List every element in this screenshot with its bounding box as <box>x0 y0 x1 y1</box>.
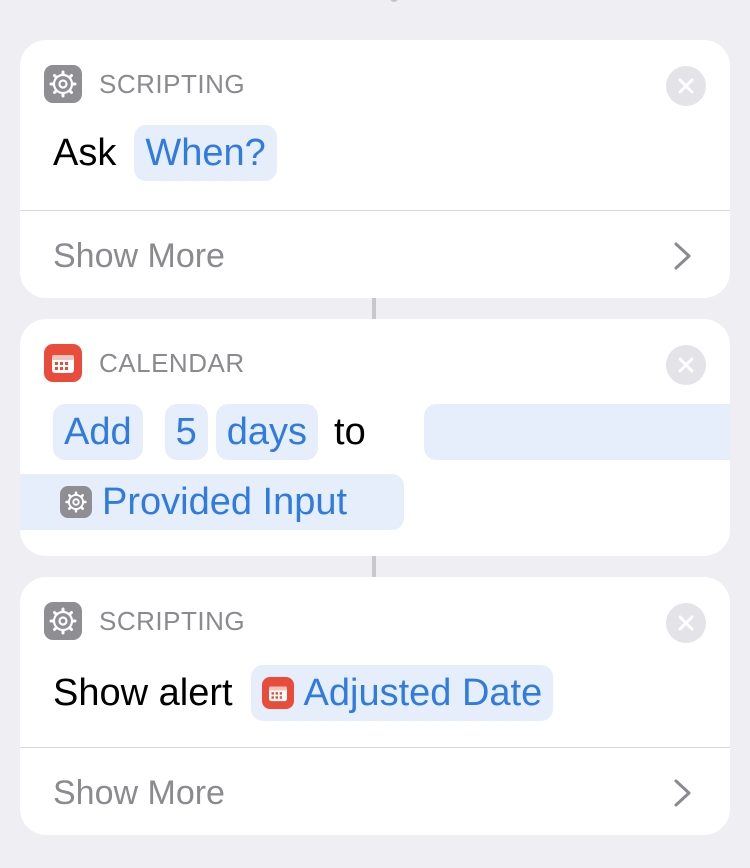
category-label: SCRIPTING <box>99 606 246 636</box>
shortcut-editor: SCRIPTING Ask When? Show More CALENDAR A… <box>0 0 750 868</box>
divider <box>20 210 730 211</box>
show-alert-action-card[interactable]: SCRIPTING Show alert Adjusted Date Show … <box>20 577 730 835</box>
input-token-continuation[interactable] <box>424 404 730 460</box>
calendar-icon <box>261 677 294 709</box>
adjusted-date-label: Adjusted Date <box>303 672 543 714</box>
action-verb: Show alert <box>53 672 233 714</box>
close-icon <box>678 78 694 94</box>
calendar-icon <box>44 344 82 382</box>
gear-icon <box>44 65 82 103</box>
chevron-right-icon <box>674 779 691 807</box>
prompt-token[interactable]: When? <box>134 125 277 181</box>
show-more-button[interactable]: Show More <box>53 236 225 276</box>
show-more-button[interactable]: Show More <box>53 773 225 813</box>
remove-action-button[interactable] <box>666 603 706 643</box>
amount-token[interactable]: 5 <box>164 404 208 460</box>
operation-token[interactable]: Add <box>53 404 143 460</box>
chevron-right-icon <box>674 242 691 270</box>
close-icon <box>678 615 694 631</box>
provided-input-label: Provided Input <box>102 481 348 523</box>
adjust-date-action-card[interactable]: CALENDAR Add 5 days to Provided Input <box>20 319 730 556</box>
top-connector <box>390 0 398 2</box>
action-verb: Ask <box>53 132 117 174</box>
close-icon <box>678 357 694 373</box>
category-label: SCRIPTING <box>99 69 246 99</box>
remove-action-button[interactable] <box>666 345 706 385</box>
provided-input-token[interactable]: Provided Input <box>60 476 347 528</box>
action-parameters: Show alert Adjusted Date <box>53 665 554 721</box>
action-connector <box>372 556 376 577</box>
remove-action-button[interactable] <box>666 66 706 106</box>
action-connector <box>372 298 376 319</box>
card-header: SCRIPTING <box>44 602 245 640</box>
unit-token[interactable]: days <box>215 404 319 460</box>
card-header: CALENDAR <box>44 344 245 382</box>
connector-word: to <box>334 411 366 453</box>
adjusted-date-token[interactable]: Adjusted Date <box>250 665 554 721</box>
gear-icon <box>44 602 82 640</box>
card-header: SCRIPTING <box>44 65 245 103</box>
ask-action-card[interactable]: SCRIPTING Ask When? Show More <box>20 40 730 298</box>
gear-icon <box>60 486 92 518</box>
action-parameters-row-1: Add 5 days to <box>53 404 366 460</box>
action-parameters: Ask When? <box>53 125 277 181</box>
action-parameters-row-2: Provided Input <box>60 476 347 528</box>
divider <box>20 747 730 748</box>
category-label: CALENDAR <box>99 348 245 378</box>
